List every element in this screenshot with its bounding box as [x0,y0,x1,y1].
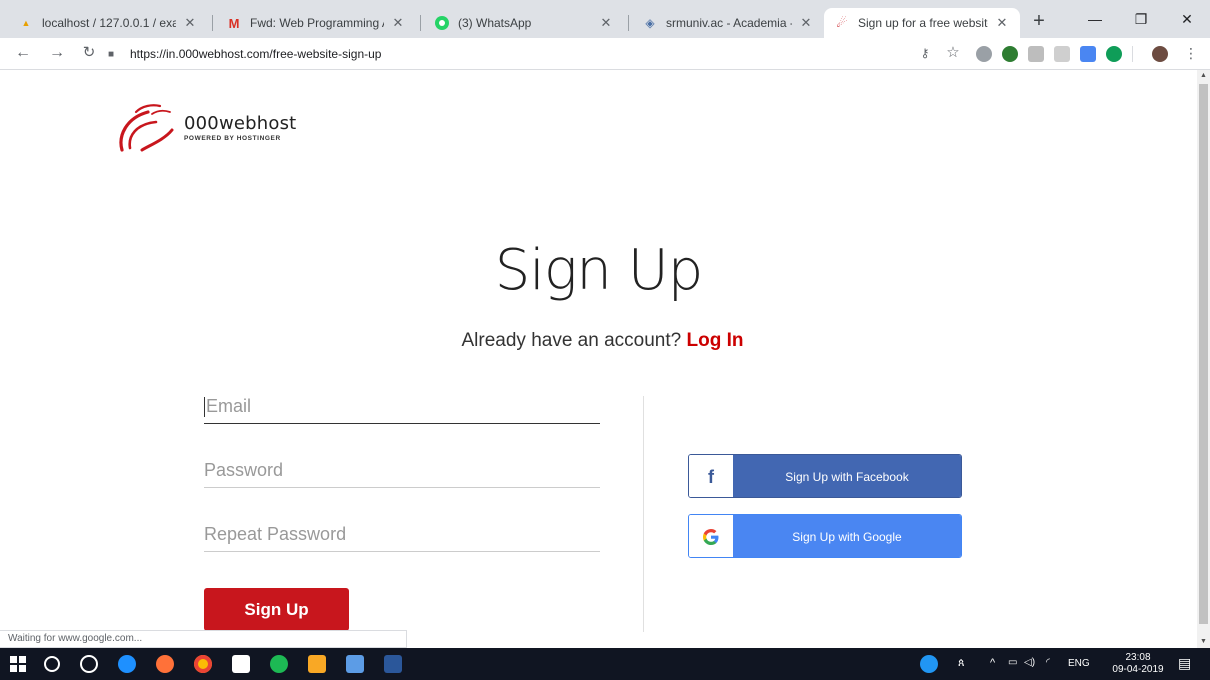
word-icon[interactable] [384,655,402,673]
search-icon[interactable] [44,656,60,672]
text-caret [204,397,205,418]
close-icon[interactable]: ✕ [598,15,614,31]
logo-tagline: POWERED BY HOSTINGER [184,134,281,142]
phpmyadmin-icon: ▲ [21,18,31,28]
sign-up-button[interactable]: Sign Up [204,588,349,631]
status-bar: Waiting for www.google.com... [0,630,407,648]
scroll-thumb[interactable] [1199,84,1208,624]
whatsapp-icon [434,15,450,31]
password-placeholder: Password [204,460,284,480]
edge-icon[interactable] [118,655,136,673]
scroll-down-icon[interactable]: ▼ [1197,636,1210,648]
shield-extension-icon[interactable] [976,46,992,62]
people-icon[interactable]: ጰ [958,657,965,670]
new-tab-icon[interactable]: + [1027,10,1051,33]
page-content: 000webhost POWERED BY HOSTINGER Sign Up … [0,70,1197,648]
minimize-icon[interactable]: — [1072,6,1118,32]
reload-icon[interactable]: ↻ [78,42,100,64]
chrome-icon[interactable] [194,655,212,673]
back-arrow-icon[interactable]: ← [12,42,34,64]
clipboard-extension-icon[interactable] [1028,46,1044,62]
green-extension-icon[interactable] [1106,46,1122,62]
restore-icon[interactable]: ❐ [1118,6,1164,32]
battery-icon[interactable]: ▭ [1008,657,1017,668]
clock-date: 09-04-2019 [1112,664,1164,675]
forward-arrow-icon[interactable]: → [46,42,68,64]
logo-name: 000webhost [184,112,297,134]
email-field[interactable]: Email [204,396,600,424]
wifi-icon[interactable]: ◜ [1046,657,1050,668]
tab-title: localhost / 127.0.0.1 / exam / s [42,16,176,30]
facebook-signup-label: Sign Up with Facebook [733,455,961,497]
star-icon[interactable]: ☆ [942,42,964,64]
password-field[interactable]: Password [204,460,600,488]
tab-whatsapp[interactable]: (3) WhatsApp ✕ [424,8,624,38]
app-icon[interactable] [346,655,364,673]
login-prompt: Already have an account? Log In [0,330,1197,352]
firefox-icon[interactable] [156,655,174,673]
tab-strip: ▲ localhost / 127.0.0.1 / exam / s ✕ M F… [0,0,1210,38]
logo[interactable]: 000webhost POWERED BY HOSTINGER [112,100,296,154]
scrollbar[interactable]: ▲ ▼ [1197,70,1210,648]
lock-icon: ■ [108,48,115,60]
clock-time: 23:08 [1125,652,1151,663]
form-divider [643,396,644,632]
facebook-signup-button[interactable]: f Sign Up with Facebook [688,454,962,498]
google-icon [689,515,733,557]
close-icon[interactable]: ✕ [994,15,1010,31]
tab-webhost-active[interactable]: ☄ Sign up for a free website host ✕ [824,8,1020,38]
window-close-icon[interactable]: ✕ [1164,6,1210,32]
translate-extension-icon[interactable] [1080,46,1096,62]
tab-title: Sign up for a free website host [858,16,988,30]
mail-icon[interactable] [232,655,250,673]
webhost-icon: ☄ [836,16,848,30]
tab-title: (3) WhatsApp [458,16,532,30]
address-url: https://in.000webhost.com/free-website-s… [130,47,382,61]
notification-icon[interactable]: ▤ [1178,655,1191,672]
address-bar[interactable]: ■ https://in.000webhost.com/free-website… [108,42,978,66]
key-icon[interactable]: ⚷ [914,42,936,64]
close-icon[interactable]: ✕ [798,15,814,31]
tab-separator [628,15,629,31]
tab-academia[interactable]: ◈ srmuniv.ac - Academia - Acade ✕ [632,8,824,38]
globe-extension-icon[interactable] [1002,46,1018,62]
email-placeholder: Email [206,396,252,416]
cart-extension-icon[interactable] [1054,46,1070,62]
facebook-icon: f [689,455,733,497]
tab-title: srmuniv.ac - Academia - Acade [666,16,792,30]
tab-title: Fwd: Web Programming Assign [250,16,384,30]
language-indicator[interactable]: ENG [1068,658,1090,669]
volume-icon[interactable]: ◁) [1024,657,1035,668]
help-icon[interactable] [920,655,938,673]
tab-separator [212,15,213,31]
clock[interactable]: 23:08 09-04-2019 [1112,652,1164,676]
page-title: Sign Up [494,238,704,303]
login-link[interactable]: Log In [687,330,744,351]
academia-icon: ◈ [645,16,655,30]
browser-toolbar: ← → ↻ ■ https://in.000webhost.com/free-w… [0,38,1210,70]
cortana-icon[interactable] [80,655,98,673]
close-icon[interactable]: ✕ [182,15,198,31]
windows-start-icon[interactable] [10,656,26,672]
scroll-up-icon[interactable]: ▲ [1197,70,1210,82]
taskbar: ጰ ^ ▭ ◁) ◜ ENG 23:08 09-04-2019 ▤ [0,648,1210,680]
tab-separator [420,15,421,31]
repeat-password-field[interactable]: Repeat Password [204,524,600,552]
toolbar-separator [1132,46,1133,62]
tab-phpmyadmin[interactable]: ▲ localhost / 127.0.0.1 / exam / s ✕ [8,8,208,38]
sublime-icon[interactable] [308,655,326,673]
login-prompt-text: Already have an account? [461,330,682,351]
google-signup-button[interactable]: Sign Up with Google [688,514,962,558]
gmail-icon: M [228,15,240,31]
close-icon[interactable]: ✕ [390,15,406,31]
avatar[interactable] [1152,46,1168,62]
webhost-logo-icon [119,104,174,152]
menu-icon[interactable]: ⋮ [1180,42,1202,64]
chevron-up-icon[interactable]: ^ [990,657,995,669]
google-signup-label: Sign Up with Google [733,515,961,557]
tab-gmail[interactable]: M Fwd: Web Programming Assign ✕ [216,8,416,38]
spotify-icon[interactable] [270,655,288,673]
repeat-password-placeholder: Repeat Password [204,524,347,544]
